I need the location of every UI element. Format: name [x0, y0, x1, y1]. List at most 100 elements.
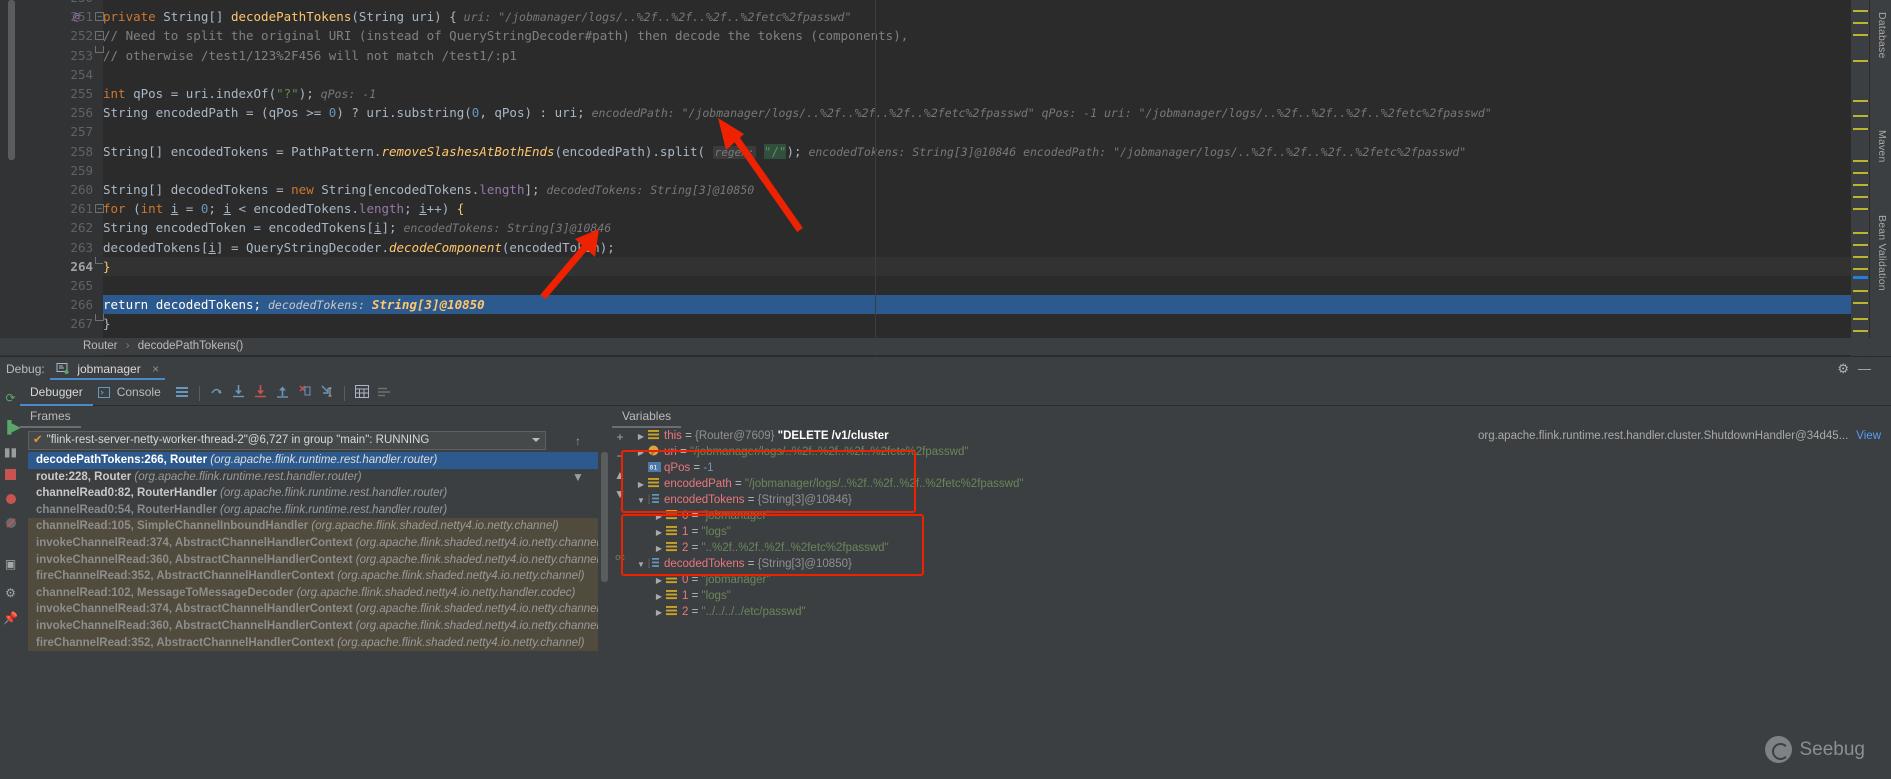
step-out-icon[interactable]: [272, 381, 294, 406]
code-line[interactable]: }: [103, 257, 1851, 276]
pause-icon[interactable]: ▮▮: [3, 445, 18, 460]
frame-row[interactable]: fireChannelRead:352, AbstractChannelHand…: [28, 568, 598, 585]
variable-row[interactable]: ▶0 = "jobmanager": [628, 508, 1891, 524]
tree-expand-icon[interactable]: ▶: [652, 605, 666, 621]
frames-scrollbar[interactable]: [601, 452, 608, 777]
evaluate-expression-icon[interactable]: [351, 381, 373, 406]
frame-row[interactable]: invokeChannelRead:374, AbstractChannelHa…: [28, 601, 598, 618]
tree-collapse-icon[interactable]: ▼: [634, 557, 648, 573]
editor-marker[interactable]: [1853, 115, 1868, 117]
breadcrumb[interactable]: Router › decodePathTokens(): [0, 338, 1891, 355]
frame-row[interactable]: invokeChannelRead:360, AbstractChannelHa…: [28, 552, 598, 569]
tree-expand-icon[interactable]: ▶: [652, 589, 666, 605]
editor-marker[interactable]: [1853, 290, 1868, 292]
editor-marker[interactable]: [1853, 268, 1868, 270]
code-line[interactable]: String[] decodedTokens = new String[enco…: [103, 180, 1851, 199]
tree-expand-icon[interactable]: ▶: [634, 445, 648, 461]
editor-marker[interactable]: [1853, 160, 1868, 162]
editor-marker[interactable]: [1853, 34, 1868, 36]
gutter-row[interactable]: 253: [25, 46, 103, 65]
settings-icon[interactable]: ⚙: [3, 586, 18, 601]
mute-breakpoints-icon[interactable]: [3, 517, 18, 532]
pin-icon[interactable]: 📌: [3, 611, 18, 626]
tree-expand-icon[interactable]: ▶: [652, 509, 666, 525]
rerun-icon[interactable]: ⟳: [3, 391, 18, 406]
editor-marker[interactable]: [1853, 60, 1868, 62]
thread-selector[interactable]: ✔"flink-rest-server-netty-worker-thread-…: [28, 431, 546, 450]
gutter-row[interactable]: 264: [25, 257, 103, 276]
variable-row[interactable]: ▶1 = "logs": [628, 588, 1891, 604]
tool-window-tab-bean-validation[interactable]: Bean Validation: [1876, 215, 1888, 291]
gutter-row[interactable]: 260: [25, 180, 103, 199]
breadcrumb-class[interactable]: Router: [83, 340, 118, 352]
step-over-icon[interactable]: [206, 381, 228, 406]
variable-row[interactable]: ▶1 = "logs": [628, 524, 1891, 540]
code-line[interactable]: int qPos = uri.indexOf("?"); qPos: -1: [103, 84, 1851, 103]
tree-expand-icon[interactable]: ▶: [634, 477, 648, 493]
frame-row[interactable]: invokeChannelRead:360, AbstractChannelHa…: [28, 618, 598, 635]
frame-row[interactable]: channelRead0:82, RouterHandler (org.apac…: [28, 485, 598, 502]
variable-row[interactable]: ▶0 = "jobmanager": [628, 572, 1891, 588]
variable-row[interactable]: ▶2 = "../../../../etc/passwd": [628, 604, 1891, 620]
frame-row[interactable]: fireChannelRead:352, AbstractChannelHand…: [28, 635, 598, 652]
close-icon[interactable]: ×: [152, 362, 159, 376]
layout-settings-icon[interactable]: [171, 381, 193, 406]
stop-icon[interactable]: [3, 469, 18, 484]
editor-marker[interactable]: [1853, 302, 1868, 304]
tree-expand-icon[interactable]: ▶: [634, 429, 648, 445]
debug-left-rail[interactable]: ⟳ ▐▶ ▮▮ ▣ ⚙ 📌: [0, 381, 20, 779]
editor-marker[interactable]: [1853, 256, 1868, 258]
object-class-filter-icon[interactable]: ᴏᴄ: [612, 548, 628, 567]
tree-expand-icon[interactable]: ▶: [652, 573, 666, 589]
variables-tree[interactable]: ▶this = {Router@7609} "DELETE /v1/cluste…: [628, 428, 1891, 779]
editor-marker[interactable]: [1853, 128, 1868, 130]
code-line[interactable]: [103, 161, 1851, 180]
code-line[interactable]: // otherwise /test1/123%2F456 will not m…: [103, 46, 1851, 65]
settings-menu-icon[interactable]: [373, 381, 395, 406]
gutter-row[interactable]: 262: [25, 218, 103, 237]
variable-row[interactable]: ▶puri = "/jobmanager/logs/..%2f..%2f..%2…: [628, 444, 1891, 460]
gutter-row[interactable]: 257: [25, 122, 103, 141]
gutter-row[interactable]: 250: [25, 0, 103, 7]
gutter-row[interactable]: 251@−: [25, 7, 103, 26]
gear-icon[interactable]: ⚙: [1837, 361, 1849, 377]
debug-config-tab[interactable]: jobmanager ×: [50, 359, 165, 380]
editor-vertical-scrollbar[interactable]: [8, 0, 15, 160]
camera-icon[interactable]: ▣: [3, 557, 18, 572]
editor-marker[interactable]: [1853, 196, 1868, 198]
code-line[interactable]: // Need to split the original URI (inste…: [103, 26, 1851, 45]
editor-marker[interactable]: [1853, 184, 1868, 186]
code-line[interactable]: [103, 65, 1851, 84]
code-line[interactable]: return decodedTokens; decodedTokens: Str…: [103, 295, 1851, 314]
gutter-row[interactable]: 261−: [25, 199, 103, 218]
editor-marker[interactable]: [1853, 10, 1868, 12]
editor-marker[interactable]: [1853, 244, 1868, 246]
code-line[interactable]: private String[] decodePathTokens(String…: [103, 7, 1851, 26]
gutter-row[interactable]: 265: [25, 276, 103, 295]
add-watch-icon[interactable]: +: [612, 428, 628, 447]
run-to-cursor-icon[interactable]: [316, 381, 338, 406]
variable-row[interactable]: 01qPos = -1: [628, 460, 1891, 476]
code-line[interactable]: String encodedPath = (qPos >= 0) ? uri.s…: [103, 103, 1851, 122]
tool-window-tab-database[interactable]: Database: [1876, 12, 1888, 59]
editor-marker[interactable]: [1853, 22, 1868, 24]
tab-console[interactable]: Console: [115, 381, 171, 406]
debugger-toolbar[interactable]: Debugger Console: [20, 381, 1891, 406]
step-into-icon[interactable]: [228, 381, 250, 406]
gutter-row[interactable]: 259: [25, 161, 103, 180]
move-down-icon[interactable]: ▼: [612, 485, 628, 504]
tree-collapse-icon[interactable]: ▼: [634, 493, 648, 509]
editor-marker[interactable]: [1853, 208, 1868, 210]
tool-window-tab-maven[interactable]: Maven: [1876, 130, 1888, 163]
variable-row[interactable]: ▶encodedPath = "/jobmanager/logs/..%2f..…: [628, 476, 1891, 492]
gutter-row[interactable]: 263: [25, 238, 103, 257]
variable-row[interactable]: ▶this = {Router@7609} "DELETE /v1/cluste…: [628, 428, 1891, 444]
variables-panel-title[interactable]: Variables: [612, 406, 681, 428]
editor-marker[interactable]: [1853, 318, 1868, 320]
editor-marker-current[interactable]: [1853, 276, 1868, 279]
code-line[interactable]: String encodedToken = encodedTokens[i]; …: [103, 218, 1851, 237]
frame-row[interactable]: decodePathTokens:266, Router (org.apache…: [28, 452, 598, 469]
editor-marker[interactable]: [1853, 330, 1868, 332]
code-line[interactable]: }: [103, 314, 1851, 333]
code-line[interactable]: String[] encodedTokens = PathPattern.rem…: [103, 142, 1851, 161]
